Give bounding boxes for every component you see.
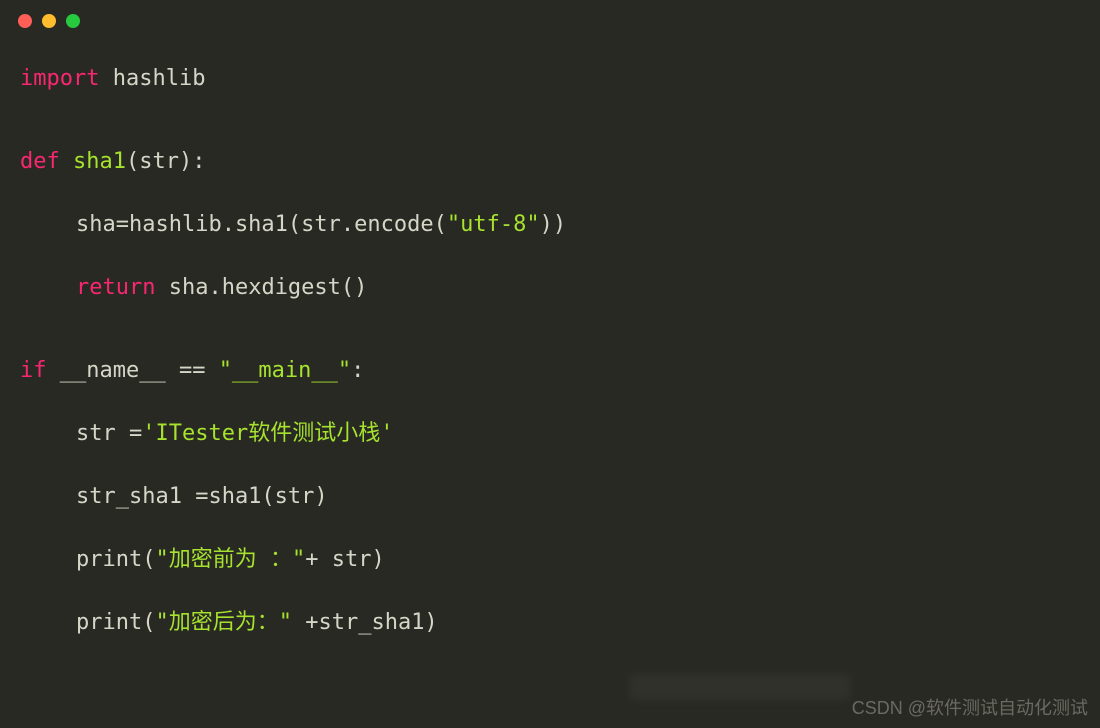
- code-text: __name__ ==: [47, 358, 219, 383]
- code-text: +str_sha1): [292, 610, 438, 635]
- code-text: (str):: [126, 149, 205, 174]
- keyword-import: import: [20, 66, 99, 91]
- code-text: )): [540, 212, 567, 237]
- close-icon[interactable]: [18, 14, 32, 28]
- string-literal: "__main__": [219, 358, 351, 383]
- code-text: print(: [76, 610, 155, 635]
- string-literal: "utf-8": [447, 212, 540, 237]
- string-literal: "加密后为：": [155, 610, 292, 635]
- code-editor[interactable]: import hashlib def sha1(str): sha=hashli…: [0, 42, 1100, 639]
- blur-overlay: [630, 674, 850, 700]
- code-text: sha=hashlib.sha1(str.encode(: [76, 212, 447, 237]
- code-line: def sha1(str):: [20, 145, 1080, 178]
- code-line: import hashlib: [20, 62, 1080, 95]
- code-line: return sha.hexdigest(): [20, 271, 1080, 304]
- maximize-icon[interactable]: [66, 14, 80, 28]
- keyword-return: return: [76, 275, 155, 300]
- code-line: str_sha1 =sha1(str): [20, 480, 1080, 513]
- watermark-text: CSDN @软件测试自动化测试: [852, 694, 1088, 720]
- code-line: str ='ITester软件测试小栈': [20, 417, 1080, 450]
- code-text: sha.hexdigest(): [155, 275, 367, 300]
- code-line: sha=hashlib.sha1(str.encode("utf-8")): [20, 208, 1080, 241]
- code-text: + str): [305, 547, 384, 572]
- keyword-def: def: [20, 149, 60, 174]
- code-line: if __name__ == "__main__":: [20, 354, 1080, 387]
- minimize-icon[interactable]: [42, 14, 56, 28]
- window-controls: [0, 0, 1100, 42]
- code-text: str_sha1 =sha1(str): [76, 484, 328, 509]
- code-text: str =: [76, 421, 142, 446]
- keyword-if: if: [20, 358, 47, 383]
- code-line: print("加密前为 ："+ str): [20, 543, 1080, 576]
- string-literal: 'ITester软件测试小栈': [142, 421, 393, 446]
- string-literal: "加密前为 ：": [155, 547, 305, 572]
- code-line: print("加密后为：" +str_sha1): [20, 606, 1080, 639]
- module-name: hashlib: [99, 66, 205, 91]
- function-name: sha1: [60, 149, 126, 174]
- code-text: print(: [76, 547, 155, 572]
- code-text: :: [351, 358, 364, 383]
